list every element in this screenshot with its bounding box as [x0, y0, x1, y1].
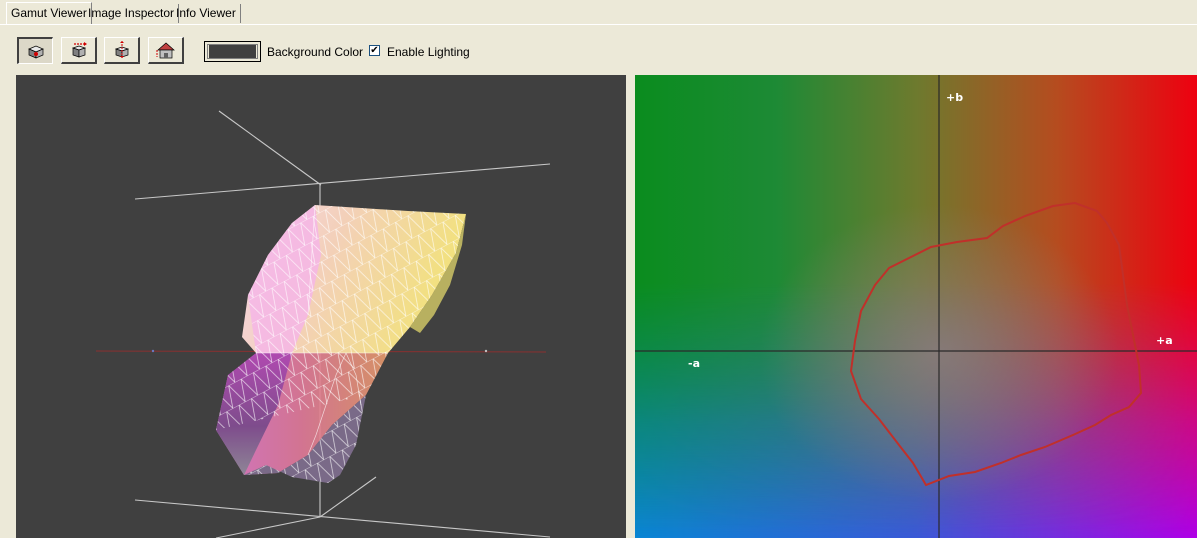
pan-view-icon	[71, 42, 87, 58]
ab-plane-canvas[interactable]	[635, 75, 1197, 538]
gamut-2d-ab-plot[interactable]: +b +a -a	[635, 75, 1197, 538]
rotate-view-button[interactable]	[17, 37, 53, 64]
axis-marker-dot	[151, 349, 155, 353]
home-view-icon	[156, 42, 175, 59]
gamut-solid	[216, 204, 466, 483]
zoom-view-icon	[114, 41, 129, 58]
background-color-swatch[interactable]	[204, 41, 261, 62]
plus-a-label: +a	[1156, 334, 1173, 347]
background-color-label: Background Color	[267, 45, 364, 59]
gamut-3d-view[interactable]	[16, 75, 626, 538]
axis-marker-dot	[484, 349, 488, 353]
tab-info-viewer[interactable]: Info Viewer	[172, 4, 241, 23]
toolbar: Background Color ✔ Enable Lighting	[0, 26, 1197, 74]
enable-lighting-checkbox[interactable]: ✔	[369, 45, 380, 56]
gamut-3d-canvas[interactable]	[16, 75, 626, 538]
enable-lighting-label[interactable]: Enable Lighting	[387, 45, 470, 59]
rotate-view-icon	[27, 45, 44, 59]
tab-gamut-viewer[interactable]: Gamut Viewer	[6, 2, 92, 24]
zoom-view-button[interactable]	[104, 37, 140, 64]
tab-bar: Gamut Viewer Image Inspector Info Viewer	[0, 0, 1197, 25]
plus-b-label: +b	[946, 91, 964, 104]
tab-image-inspector[interactable]: Image Inspector	[84, 4, 180, 23]
home-view-button[interactable]	[148, 37, 184, 64]
minus-a-label: -a	[688, 357, 700, 370]
background-color-fill	[209, 45, 256, 58]
pan-view-button[interactable]	[61, 37, 97, 64]
